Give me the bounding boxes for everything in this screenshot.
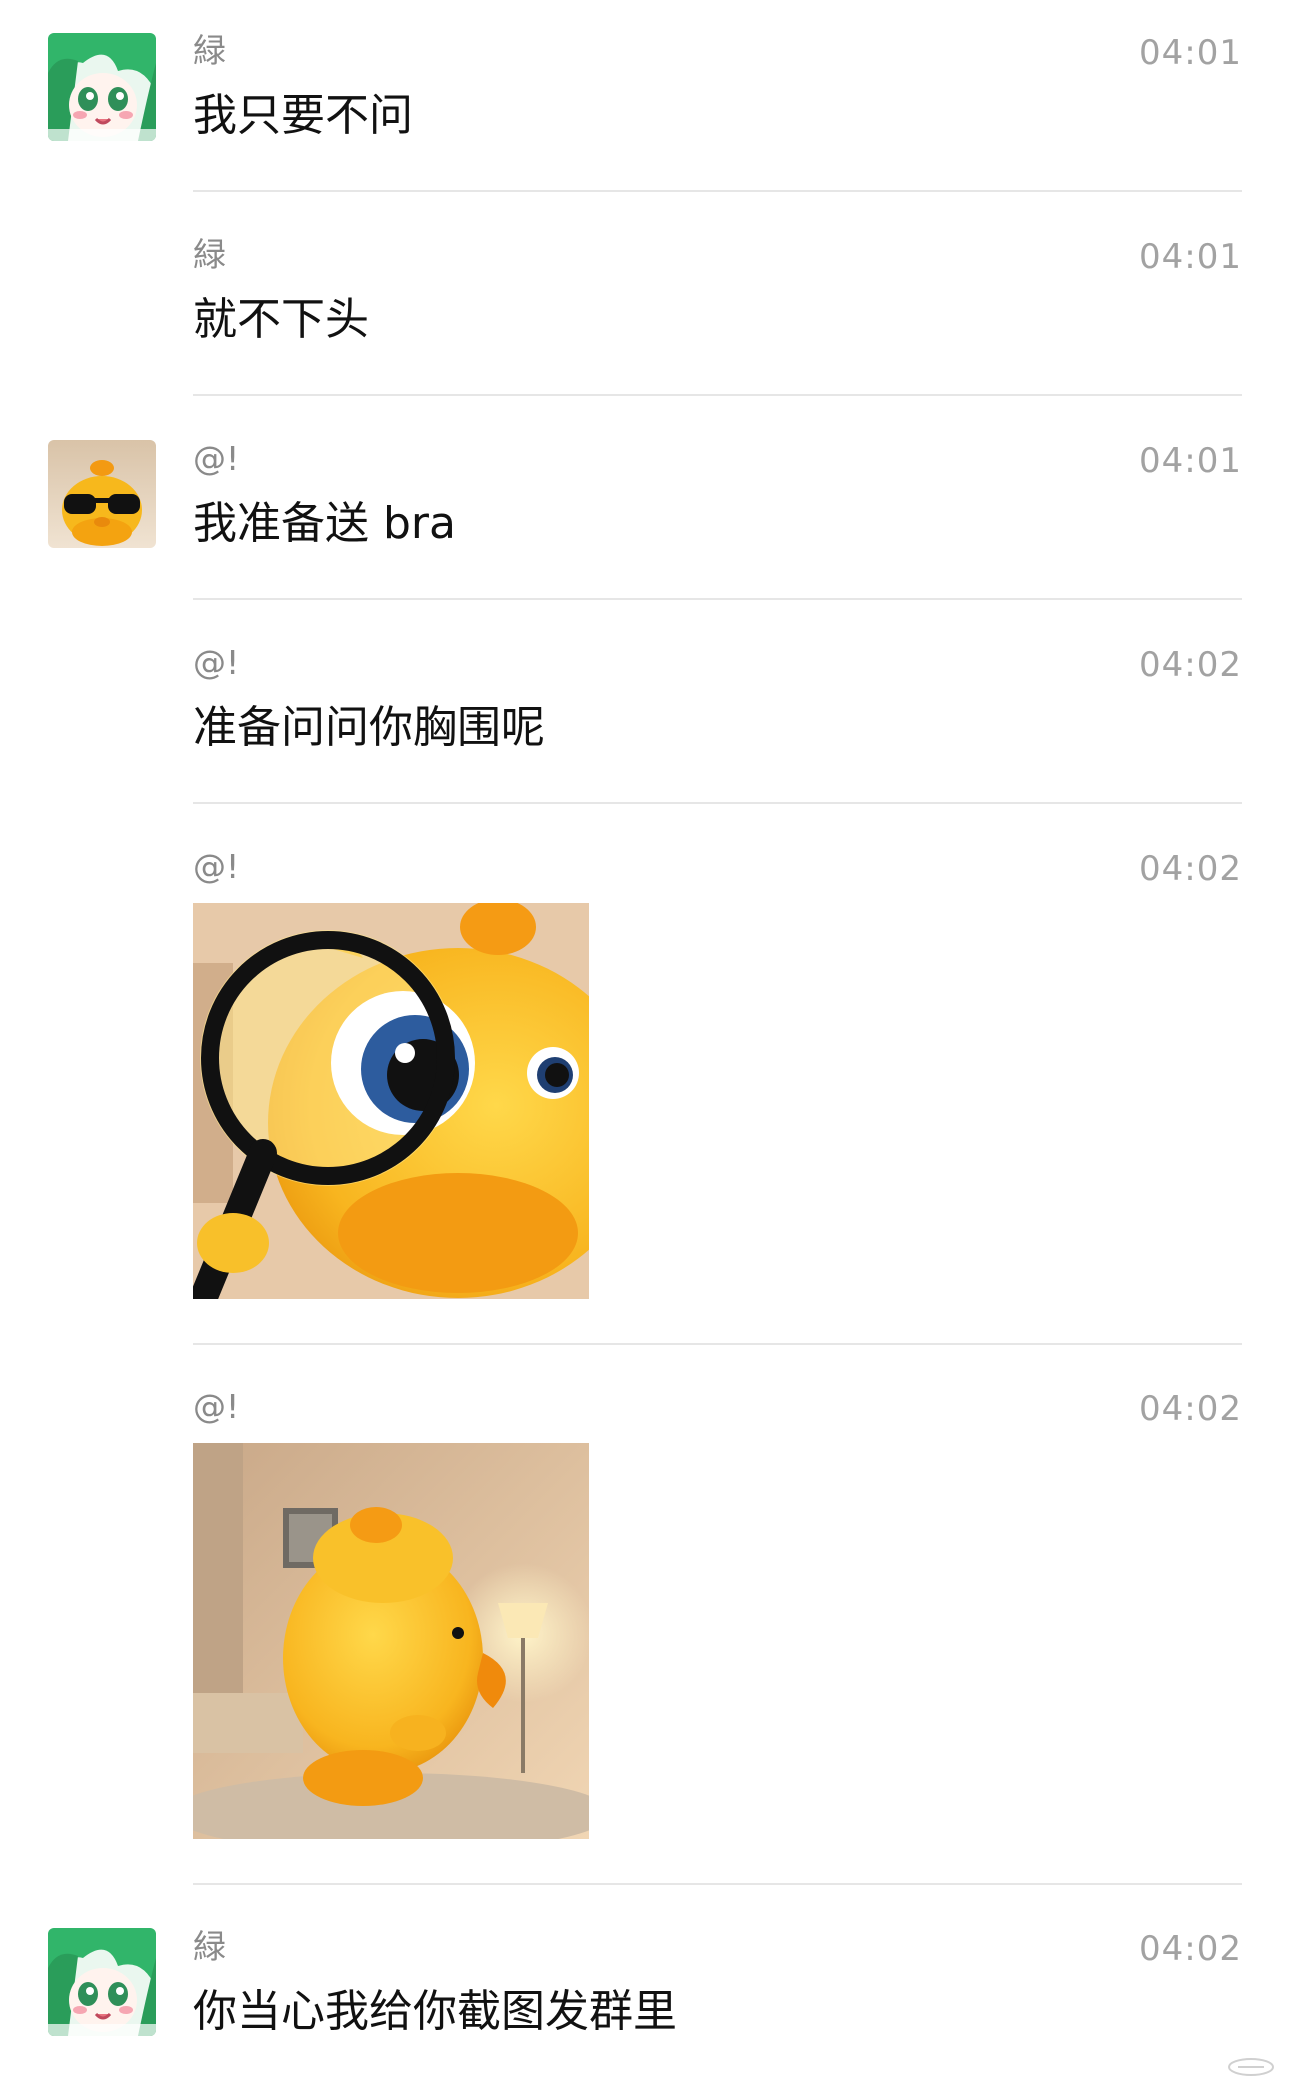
duck-sunglasses-avatar-icon	[48, 440, 156, 548]
message-text[interactable]: 你当心我给你截图发群里	[193, 1990, 677, 2034]
timestamp: 04:02	[1139, 645, 1242, 685]
divider	[193, 394, 1242, 396]
sender-name: 緑	[193, 31, 226, 70]
message-text[interactable]: 我只要不问	[193, 94, 413, 138]
sender-name: @!	[193, 643, 240, 682]
avatar[interactable]	[48, 440, 156, 548]
divider	[193, 1883, 1242, 1885]
timestamp: 04:02	[1139, 849, 1242, 889]
avatar[interactable]	[48, 1928, 156, 2036]
divider	[193, 190, 1242, 192]
sender-name: 緑	[193, 1927, 226, 1966]
divider	[193, 1343, 1242, 1345]
message-text[interactable]: 就不下头	[193, 298, 369, 342]
yellow-duck-magnifying-glass-icon	[193, 903, 589, 1299]
sender-name: @!	[193, 439, 240, 478]
yellow-duck-looking-away-icon	[193, 1443, 589, 1839]
divider	[193, 598, 1242, 600]
sender-name: @!	[193, 1387, 240, 1426]
sticker-image[interactable]	[193, 1443, 589, 1839]
sticker-image[interactable]	[193, 903, 589, 1299]
sender-name: @!	[193, 847, 240, 886]
watermark-icon	[1228, 2058, 1274, 2076]
green-hair-anime-avatar-icon	[48, 33, 156, 141]
message-text[interactable]: 准备问问你胸围呢	[193, 706, 545, 750]
green-hair-anime-avatar-icon	[48, 1928, 156, 2036]
avatar[interactable]	[48, 33, 156, 141]
sender-name: 緑	[193, 235, 226, 274]
message-text[interactable]: 我准备送 bra	[193, 502, 456, 546]
timestamp: 04:01	[1139, 237, 1242, 277]
timestamp: 04:01	[1139, 33, 1242, 73]
timestamp: 04:02	[1139, 1929, 1242, 1969]
divider	[193, 802, 1242, 804]
timestamp: 04:01	[1139, 441, 1242, 481]
timestamp: 04:02	[1139, 1389, 1242, 1429]
